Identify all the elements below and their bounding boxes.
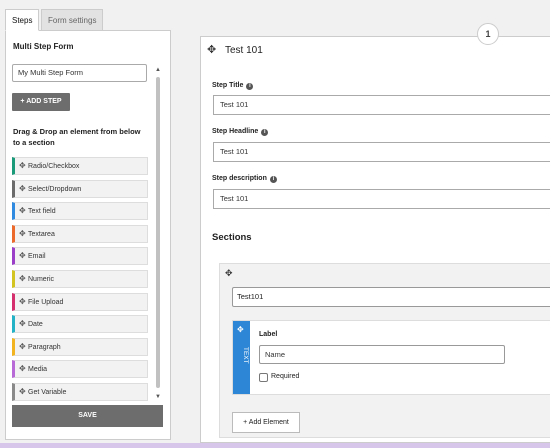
sections-heading: Sections [212, 232, 252, 243]
move-icon: ✥ [19, 251, 26, 261]
scroll-up-icon[interactable]: ▲ [155, 67, 161, 73]
palette-item-date[interactable]: ✥ Date [12, 315, 148, 334]
palette-item-label: File Upload [28, 298, 64, 306]
move-icon[interactable]: ✥ [237, 325, 244, 334]
tab-steps[interactable]: Steps [5, 9, 40, 31]
step-title-input[interactable]: Test 101 [213, 95, 550, 115]
palette-item-label: Media [28, 366, 48, 374]
step-editor: ✥ Test 101 Step Title i Test 101 Step Hea… [200, 36, 550, 443]
step-number-badge[interactable]: 1 [477, 23, 499, 45]
palette-item-get-variable[interactable]: ✥ Get Variable [12, 382, 148, 401]
move-icon[interactable]: ✥ [207, 43, 216, 56]
palette-item-label: Textarea [28, 230, 55, 238]
palette-item-textarea[interactable]: ✥ Textarea [12, 224, 148, 243]
scroll-thumb[interactable] [156, 77, 160, 388]
palette-item-label: Select/Dropdown [28, 185, 82, 193]
palette-scrollbar[interactable]: ▲ ▼ [155, 67, 161, 400]
palette-item-label: Email [28, 253, 46, 261]
palette-item-numeric[interactable]: ✥ Numeric [12, 269, 148, 288]
required-label: Required [271, 373, 300, 380]
tab-form-settings[interactable]: Form settings [41, 9, 104, 31]
move-icon: ✥ [19, 386, 26, 396]
palette-item-label: Radio/Checkbox [28, 163, 80, 170]
element-palette: ✥ Radio/Checkbox ✥ Select/Dropdown ✥ Text f… [12, 157, 148, 406]
move-icon: ✥ [19, 228, 26, 238]
info-icon[interactable]: i [269, 176, 277, 183]
palette-item-email[interactable]: ✥ Email [12, 247, 148, 266]
palette-item-paragraph[interactable]: ✥ Paragraph [12, 337, 148, 356]
section-container: ✥ Test101 ✥ TEXT Label Name Required + A… [219, 263, 550, 438]
move-icon: ✥ [19, 364, 26, 374]
move-icon: ✥ [19, 296, 26, 306]
info-icon[interactable]: i [246, 83, 254, 90]
step-description-label: Step description i [212, 175, 277, 183]
move-icon: ✥ [19, 161, 26, 170]
step-title-label: Step Title i [212, 82, 254, 90]
add-step-button[interactable]: + ADD STEP [12, 93, 70, 111]
info-icon[interactable]: i [261, 129, 269, 136]
element-label-input[interactable]: Name [259, 345, 505, 364]
element-type-label: TEXT [242, 347, 249, 364]
palette-item-label: Text field [28, 208, 56, 216]
element-label-caption: Label [259, 331, 278, 338]
move-icon: ✥ [19, 319, 26, 329]
palette-item-label: Numeric [28, 275, 55, 283]
step-headline-input[interactable]: Test 101 [213, 142, 550, 162]
add-element-button[interactable]: + Add Element [232, 412, 300, 433]
move-icon: ✥ [19, 206, 26, 216]
scroll-down-icon[interactable]: ▼ [155, 394, 161, 400]
move-icon: ✥ [19, 273, 26, 283]
form-name-input[interactable]: My Multi Step Form [12, 64, 147, 82]
palette-item-text-field[interactable]: ✥ Text field [12, 202, 148, 221]
palette-item-select-dropdown[interactable]: ✥ Select/Dropdown [12, 179, 148, 198]
steps-panel: Multi Step Form My Multi Step Form + ADD… [5, 30, 171, 440]
add-step-label: ADD STEP [26, 98, 62, 105]
required-checkbox[interactable] [259, 373, 268, 382]
save-button[interactable]: SAVE [12, 405, 163, 427]
element-type-strip[interactable]: ✥ TEXT [233, 321, 250, 394]
palette-item-radio-checkbox[interactable]: ✥ Radio/Checkbox [12, 157, 148, 175]
palette-item-media[interactable]: ✥ Media [12, 360, 148, 379]
section-name-input[interactable]: Test101 [232, 287, 550, 307]
panel-title: Multi Step Form [13, 42, 74, 51]
move-icon[interactable]: ✥ [225, 268, 233, 279]
palette-item-label: Get Variable [28, 388, 67, 396]
step-name-heading: Test 101 [225, 45, 263, 56]
drag-drop-instructions: Drag & Drop an element from below to a s… [13, 127, 141, 147]
step-headline-label: Step Headline i [212, 128, 269, 136]
palette-item-file-upload[interactable]: ✥ File Upload [12, 292, 148, 311]
text-element-card: ✥ TEXT Label Name Required [232, 320, 550, 395]
move-icon: ✥ [19, 341, 26, 351]
palette-item-label: Date [28, 321, 43, 329]
palette-item-label: Paragraph [28, 343, 61, 351]
step-description-input[interactable]: Test 101 [213, 189, 550, 209]
bottom-bar [0, 443, 550, 448]
move-icon: ✥ [19, 183, 26, 193]
